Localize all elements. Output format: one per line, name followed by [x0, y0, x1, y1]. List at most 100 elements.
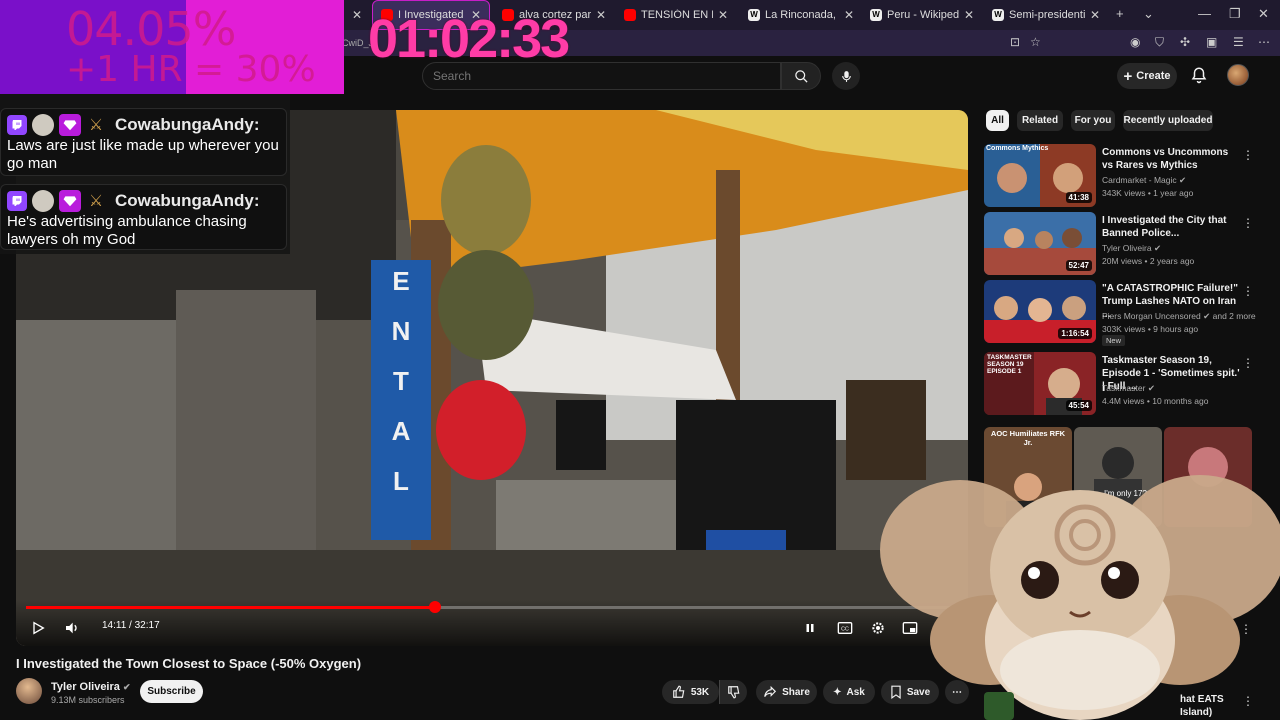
time-display: 14:11 / 32:17 [102, 620, 160, 631]
subscriber-badge-icon [32, 190, 54, 212]
tab-wikipedia-1[interactable]: W La Rinconada, Peru - Wi ✕ [740, 0, 862, 30]
wikipedia-icon: W [992, 9, 1004, 21]
kebab-menu-icon[interactable]: ⋮ [1242, 284, 1254, 298]
close-icon[interactable]: ✕ [596, 8, 606, 22]
recommendation-title-partial[interactable]: hat EATS Island) [1180, 693, 1224, 719]
chip-for-you[interactable]: For you [1071, 110, 1115, 131]
close-icon[interactable]: ✕ [352, 8, 362, 22]
more-icon[interactable]: ⋯ [1258, 35, 1270, 49]
captions-button[interactable]: CC [836, 618, 854, 638]
close-icon[interactable]: ✕ [1090, 8, 1100, 22]
chat-text: He's advertising ambulance chasing lawye… [7, 213, 247, 248]
tab-wikipedia-2[interactable]: W Peru - Wikipedia ✕ [862, 0, 982, 30]
twitch-badge-icon [7, 115, 27, 135]
search-button[interactable] [781, 62, 821, 90]
volume-icon [66, 622, 77, 634]
recommendation-item[interactable]: TASKMASTER SEASON 19 EPISODE 1 45:54 Tas… [984, 352, 1268, 416]
close-icon[interactable]: ✕ [964, 8, 974, 22]
like-button[interactable]: 53K [662, 680, 719, 704]
chat-message: ⚔ CowabungaAndy: He's advertising ambula… [0, 184, 287, 250]
extensions-icon[interactable]: ✣ [1180, 35, 1190, 49]
install-icon[interactable]: ⊡ [1010, 35, 1020, 49]
recommendation-channel[interactable]: Piers Morgan Uncensored ✔ and 2 more [1102, 311, 1256, 322]
ask-button[interactable]: ✦ Ask [823, 680, 875, 704]
voice-search-button[interactable] [832, 62, 860, 90]
verified-icon: ✔ [1179, 175, 1187, 185]
sword-badge-icon: ⚔ [88, 117, 104, 134]
kebab-menu-icon[interactable]: ⋮ [1242, 356, 1254, 370]
thumbs-up-icon [672, 685, 685, 698]
tab-wikipedia-3[interactable]: W Semi-presidential syster ✕ [984, 0, 1108, 30]
recommendation-channel[interactable]: Taskmaster ✔ [1102, 383, 1155, 394]
percent-bonus: +1 HR = 30% [66, 49, 316, 90]
sword-badge-icon: ⚔ [88, 193, 104, 210]
thumbnail-text: TASKMASTER SEASON 19 EPISODE 1 [987, 354, 1032, 375]
share-button[interactable]: Share [756, 680, 817, 704]
sidebar-icon[interactable]: ▣ [1206, 35, 1217, 49]
kebab-menu-icon[interactable]: ⋮ [1242, 216, 1254, 230]
thumbnail-text: Commons Mythics [986, 145, 1049, 152]
create-button[interactable]: + Create [1117, 63, 1177, 89]
profile-icon[interactable]: ◉ [1130, 35, 1140, 49]
new-tab-icon[interactable]: + [1116, 6, 1124, 21]
scene-sign-letter: L [393, 466, 409, 496]
tab-label: La Rinconada, Peru - Wi [765, 9, 839, 21]
recommendation-channel[interactable]: Cardmarket - Magic ✔ [1102, 175, 1186, 186]
channel-avatar[interactable] [16, 678, 42, 704]
recommendation-channel[interactable]: Tyler Oliveira ✔ [1102, 243, 1161, 254]
scene-sign-letter: E [392, 266, 409, 296]
plus-icon: + [1123, 67, 1133, 85]
play-button[interactable] [28, 618, 48, 638]
video-thumbnail[interactable] [984, 692, 1014, 720]
microphone-icon [841, 70, 851, 82]
chip-recently-uploaded[interactable]: Recently uploaded [1123, 110, 1213, 131]
maximize-icon[interactable]: ❐ [1229, 6, 1241, 22]
chip-related[interactable]: Related [1017, 110, 1063, 131]
recommendation-item[interactable]: Commons Mythics 41:38 Commons vs Uncommo… [984, 144, 1268, 208]
video-thumbnail[interactable]: 1:16:54 [984, 280, 1096, 343]
progress-bar[interactable] [26, 601, 958, 613]
kebab-menu-icon[interactable]: ⋮ [1242, 694, 1254, 708]
tab-youtube-3[interactable]: TENSIÓN EN EL CON ✕ [616, 0, 736, 30]
chip-all[interactable]: All [986, 110, 1009, 131]
scene-sign-letter: N [392, 316, 411, 346]
recommendation-meta: 343K views • 1 year ago [1102, 188, 1194, 198]
close-icon[interactable]: ✕ [718, 8, 728, 22]
twitch-badge-icon [7, 191, 27, 211]
subscribe-button[interactable]: Subscribe [140, 680, 203, 703]
video-title: I Investigated the Town Closest to Space… [16, 656, 362, 671]
close-icon[interactable]: ✕ [844, 8, 854, 22]
recommendation-title[interactable]: I Investigated the City that Banned Poli… [1102, 214, 1242, 240]
kebab-menu-icon[interactable]: ⋮ [1242, 148, 1254, 162]
notifications-bell-icon[interactable] [1190, 66, 1208, 84]
minimize-icon[interactable]: — [1198, 6, 1211, 21]
tab-close-partial[interactable]: ✕ [344, 0, 368, 30]
video-duration: 45:54 [1065, 400, 1092, 411]
kebab-menu-icon[interactable]: ⋮ [1240, 622, 1252, 636]
chevron-down-icon[interactable]: ⌄ [1143, 6, 1154, 22]
video-duration: 41:38 [1065, 192, 1092, 203]
progress-fill [26, 606, 436, 609]
captions-icon: CC [837, 622, 853, 634]
video-duration: 1:16:54 [1058, 328, 1092, 339]
recommendation-meta: 4.4M views • 10 months ago [1102, 396, 1209, 406]
recommendation-item[interactable]: 52:47 I Investigated the City that Banne… [984, 212, 1268, 276]
shield-icon[interactable]: ⛉ [1155, 35, 1164, 50]
volume-button[interactable] [62, 618, 82, 638]
tab-label: Peru - Wikipedia [887, 9, 959, 21]
autoplay-toggle[interactable] [802, 618, 818, 638]
video-thumbnail[interactable]: 52:47 [984, 212, 1096, 275]
video-thumbnail[interactable]: TASKMASTER SEASON 19 EPISODE 1 45:54 [984, 352, 1096, 415]
channel-name[interactable]: Tyler Oliveira ✔ [51, 681, 131, 693]
recommendation-title[interactable]: Commons vs Uncommons vs Rares vs Mythics [1102, 146, 1242, 172]
window-close-icon[interactable]: ✕ [1258, 6, 1269, 22]
account-avatar[interactable] [1227, 64, 1249, 86]
menu-icon[interactable]: ☰ [1233, 35, 1244, 49]
verified-icon: ✔ [1147, 383, 1155, 393]
star-icon[interactable]: ☆ [1030, 35, 1041, 49]
chat-message: ⚔ CowabungaAndy: Laws are just like made… [0, 108, 287, 176]
recommendation-item[interactable]: 1:16:54 "A CATASTROPHIC Failure!" Trump … [984, 280, 1268, 346]
dislike-button[interactable] [719, 680, 747, 704]
video-thumbnail[interactable]: Commons Mythics 41:38 [984, 144, 1096, 207]
tab-label: Semi-presidential syster [1009, 9, 1085, 21]
